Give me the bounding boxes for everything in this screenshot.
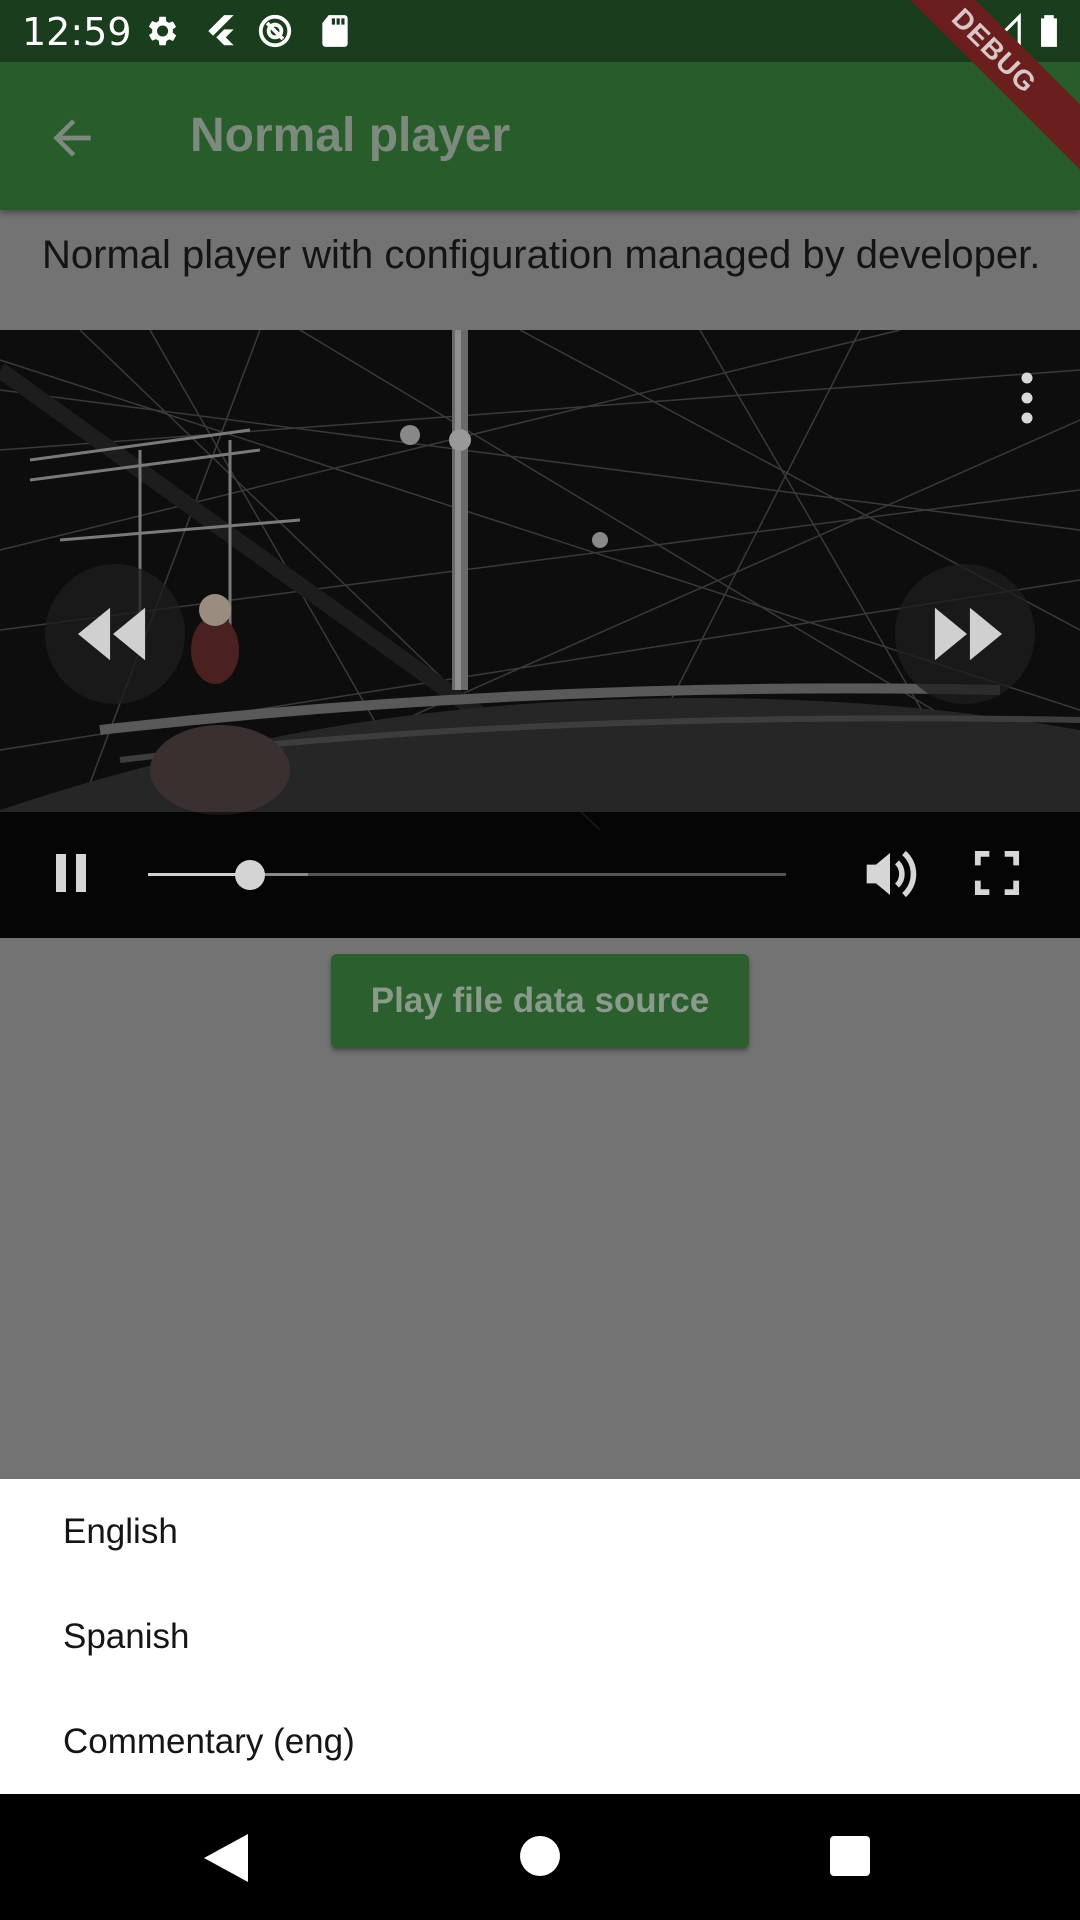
progress-slider[interactable]: [148, 858, 786, 892]
battery-icon: [1041, 15, 1057, 47]
nav-recents-icon[interactable]: [830, 1836, 870, 1876]
track-option-english[interactable]: English: [63, 1512, 178, 1552]
status-bar: 12:59: [0, 0, 1080, 62]
progress-thumb[interactable]: [235, 860, 266, 890]
app-bar: Normal player: [0, 62, 1080, 210]
arrow-back-icon[interactable]: [44, 110, 100, 166]
status-time: 12:59: [22, 10, 132, 54]
play-file-data-source-button[interactable]: Play file data source: [331, 954, 749, 1048]
fast-forward-icon[interactable]: [932, 606, 1002, 662]
fullscreen-icon[interactable]: [974, 850, 1020, 896]
nav-back-icon[interactable]: [204, 1834, 248, 1882]
description-text: Normal player with configuration managed…: [42, 233, 1041, 277]
track-option-spanish[interactable]: Spanish: [63, 1617, 189, 1657]
audio-track-sheet: English Spanish Commentary (eng): [0, 1479, 1080, 1794]
system-nav-bar: [0, 1794, 1080, 1920]
sd-card-icon: [322, 15, 348, 47]
more-vert-icon[interactable]: [1012, 368, 1042, 428]
track-option-commentary[interactable]: Commentary (eng): [63, 1722, 355, 1762]
vpn-icon: [258, 14, 292, 48]
settings-icon: [148, 16, 177, 46]
flutter-icon: [208, 15, 234, 46]
nav-home-icon[interactable]: [520, 1836, 560, 1876]
pause-icon[interactable]: [52, 852, 92, 894]
rewind-icon[interactable]: [78, 606, 148, 662]
player-control-bar: [0, 812, 1080, 938]
volume-icon[interactable]: [862, 848, 918, 900]
video-player[interactable]: [0, 330, 1080, 938]
page-title: Normal player: [190, 109, 511, 162]
